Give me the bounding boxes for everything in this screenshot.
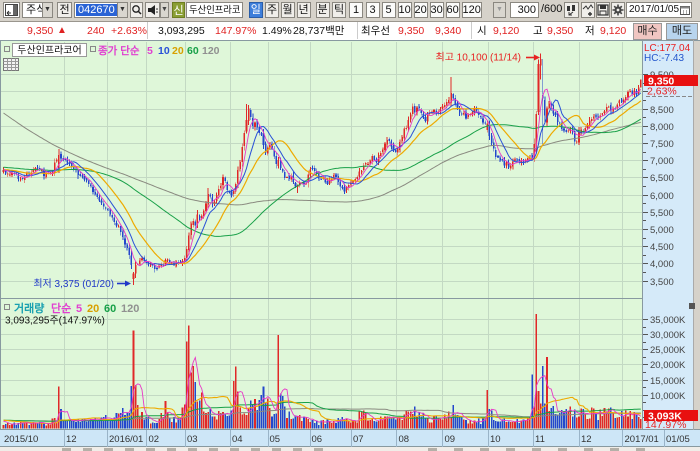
svg-text:8,500: 8,500: [650, 105, 674, 116]
svg-text:두산인프라코어: 두산인프라코어: [17, 45, 81, 57]
svg-text:60: 60: [104, 303, 116, 315]
svg-text:단순: 단순: [51, 301, 71, 315]
svg-text:120: 120: [202, 45, 220, 57]
svg-text:30,000K: 30,000K: [650, 330, 686, 341]
svg-text:20: 20: [87, 303, 99, 315]
svg-text:5,500: 5,500: [650, 208, 674, 219]
svg-text:10: 10: [158, 45, 170, 57]
svg-text:60: 60: [187, 45, 199, 57]
svg-text:3,093,295주(147.97%): 3,093,295주(147.97%): [5, 316, 105, 327]
svg-text:01/05: 01/05: [666, 434, 690, 445]
svg-text:02: 02: [149, 434, 160, 445]
svg-text:25,000K: 25,000K: [650, 345, 686, 356]
svg-text:5,000: 5,000: [650, 225, 674, 236]
svg-text:2017/01: 2017/01: [625, 434, 659, 445]
svg-text:11: 11: [535, 434, 545, 445]
svg-text:거래량: 거래량: [14, 301, 44, 315]
svg-text:06: 06: [312, 434, 323, 445]
svg-text:03: 03: [187, 434, 198, 445]
svg-text:2015/10: 2015/10: [4, 434, 38, 445]
svg-text:2016/01: 2016/01: [109, 434, 143, 445]
svg-text:6,000: 6,000: [650, 191, 674, 202]
svg-text:12: 12: [66, 434, 77, 445]
svg-text:2,63%: 2,63%: [647, 86, 677, 98]
svg-text:147.97%: 147.97%: [645, 419, 686, 431]
svg-text:최고 10,100 (11/14): 최고 10,100 (11/14): [436, 52, 522, 64]
svg-text:4,000: 4,000: [650, 259, 674, 270]
svg-text:07: 07: [353, 434, 364, 445]
svg-text:8,000: 8,000: [650, 122, 674, 133]
svg-text:HC:-7.43: HC:-7.43: [644, 53, 684, 64]
svg-text:10,000K: 10,000K: [650, 391, 686, 402]
svg-text:4,500: 4,500: [650, 242, 674, 253]
svg-text:7,500: 7,500: [650, 139, 674, 150]
svg-text:04: 04: [232, 434, 243, 445]
svg-text:05: 05: [270, 434, 281, 445]
svg-text:5: 5: [76, 303, 82, 315]
svg-text:12: 12: [581, 434, 592, 445]
svg-text:09: 09: [445, 434, 456, 445]
svg-text:15,000K: 15,000K: [650, 376, 686, 387]
svg-text:20,000K: 20,000K: [650, 360, 686, 371]
svg-text:35,000K: 35,000K: [650, 315, 686, 326]
svg-text:20: 20: [172, 45, 184, 57]
svg-text:120: 120: [121, 303, 139, 315]
svg-text:5: 5: [147, 45, 153, 57]
svg-text:7,000: 7,000: [650, 156, 674, 167]
svg-text:10: 10: [490, 434, 501, 445]
svg-text:최저 3,375 (01/20): 최저 3,375 (01/20): [33, 278, 114, 290]
svg-text:종가 단순: 종가 단순: [98, 44, 140, 57]
svg-text:3,500: 3,500: [650, 277, 674, 288]
svg-text:6,500: 6,500: [650, 173, 674, 184]
svg-text:08: 08: [399, 434, 410, 445]
